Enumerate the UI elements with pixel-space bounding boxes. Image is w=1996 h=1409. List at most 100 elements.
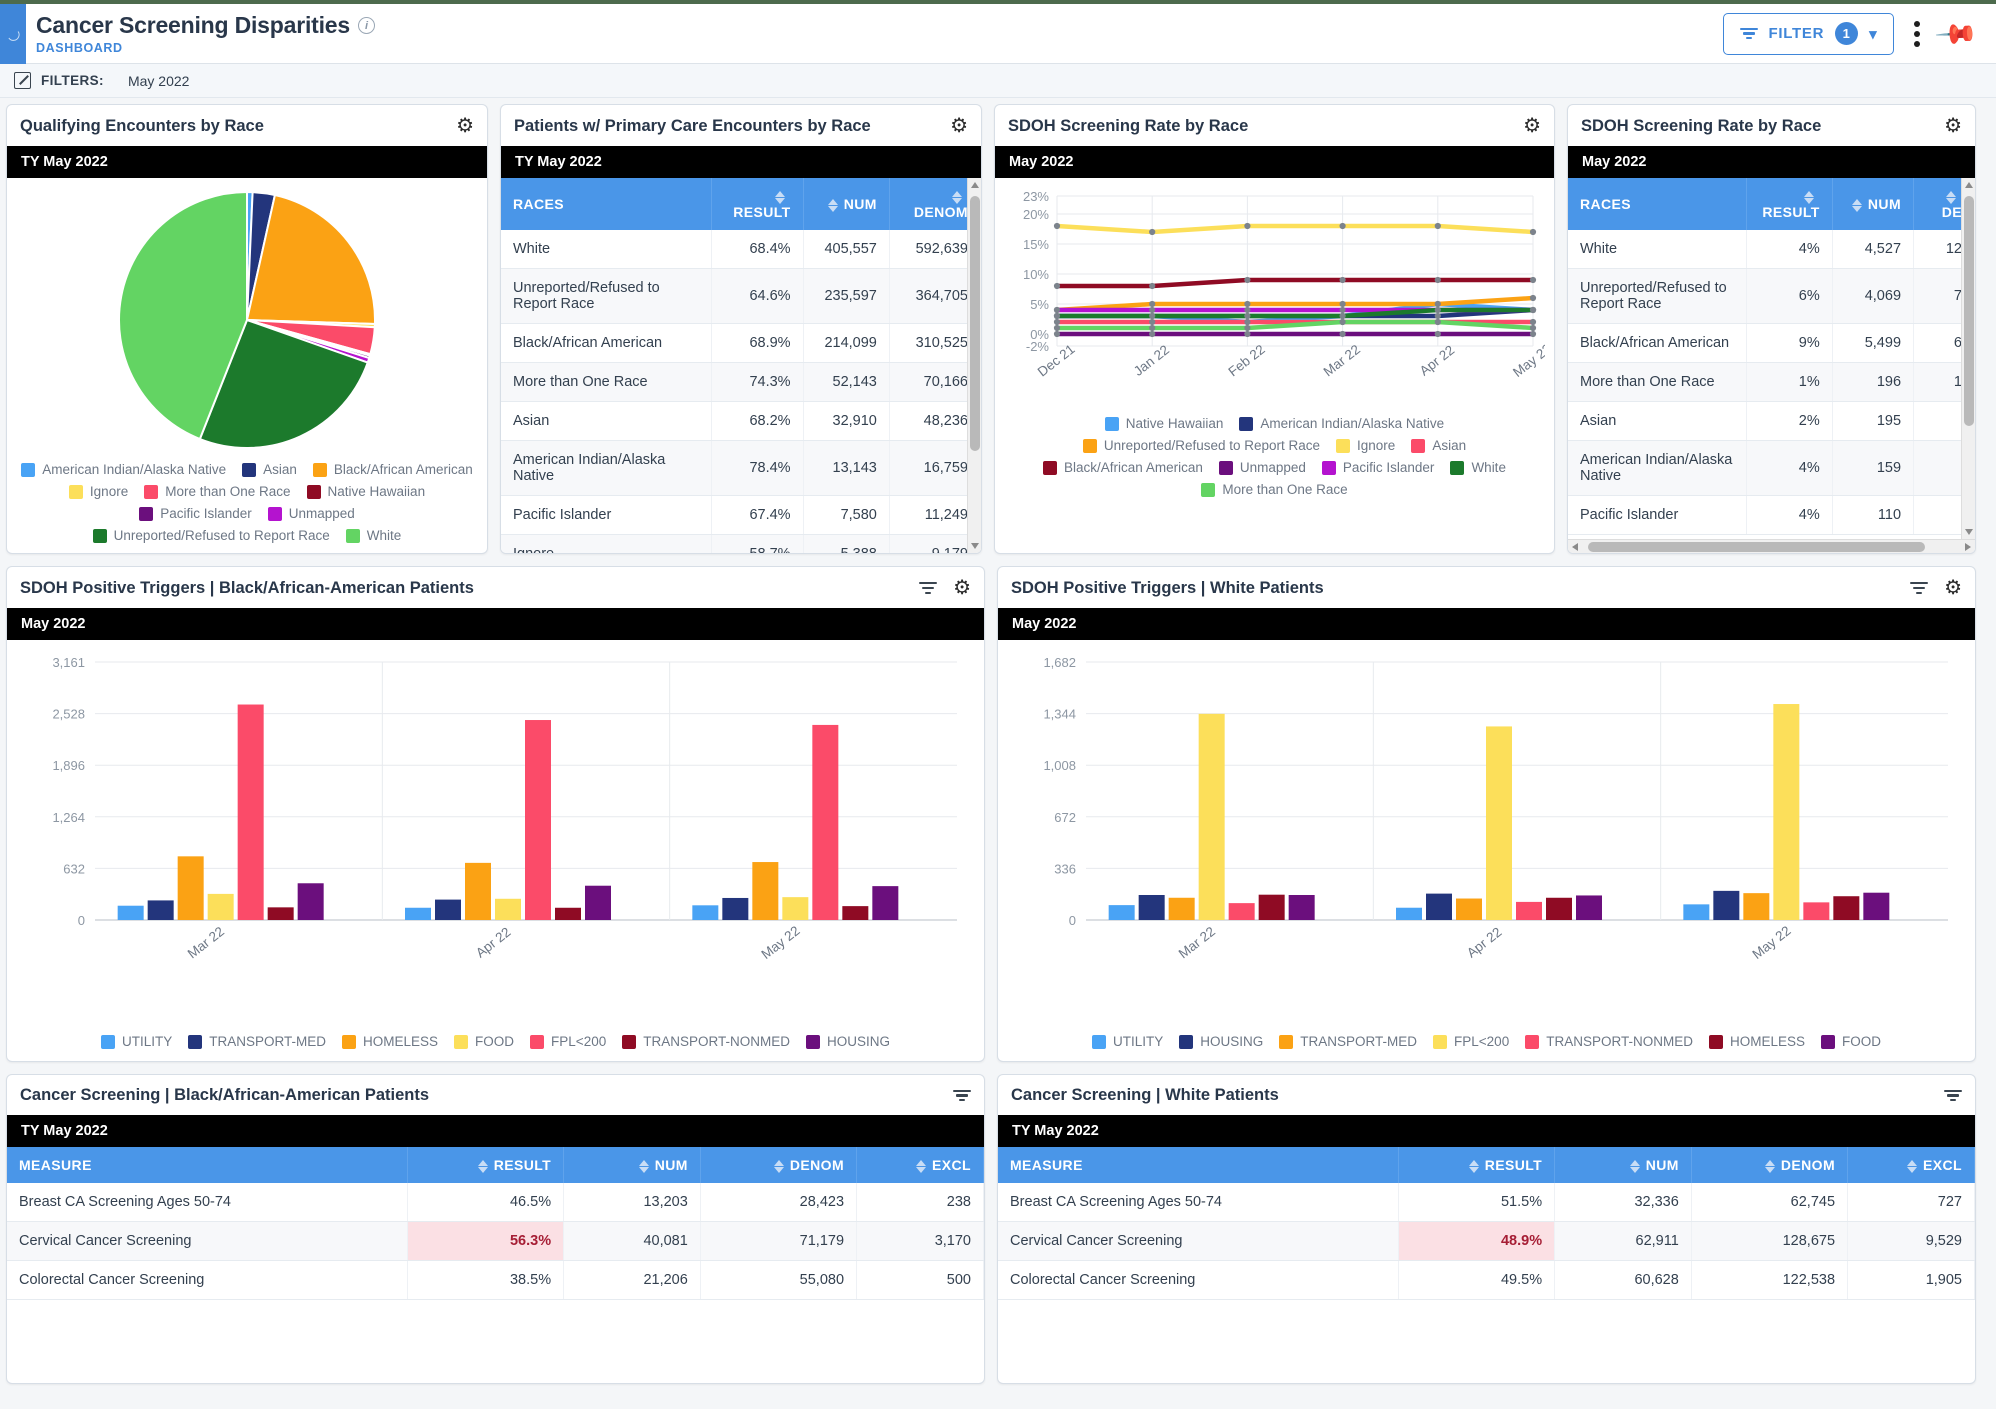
- data-point[interactable]: [1244, 223, 1250, 229]
- filter-funnel-icon[interactable]: [953, 1089, 971, 1103]
- data-point[interactable]: [1244, 325, 1250, 331]
- bar[interactable]: [872, 886, 898, 920]
- legend-item[interactable]: TRANSPORT-NONMED: [1525, 1034, 1693, 1049]
- bar[interactable]: [1833, 896, 1859, 920]
- data-point[interactable]: [1530, 331, 1536, 337]
- bar[interactable]: [1199, 714, 1225, 920]
- sort-toggle-icon[interactable]: [952, 191, 962, 204]
- legend-item[interactable]: UTILITY: [1092, 1034, 1163, 1049]
- column-header-num[interactable]: NUM: [803, 178, 889, 230]
- table-row[interactable]: Pacific Islander67.4%7,58011,249: [501, 496, 981, 535]
- bar[interactable]: [1229, 903, 1255, 920]
- table-row[interactable]: White4%4,52712: [1568, 230, 1975, 269]
- bar[interactable]: [842, 906, 868, 920]
- table-row[interactable]: Black/African American9%5,4996: [1568, 324, 1975, 363]
- legend-item[interactable]: FPL<200: [530, 1034, 606, 1049]
- data-point[interactable]: [1244, 331, 1250, 337]
- column-header-measure[interactable]: MEASURE: [7, 1147, 407, 1183]
- data-point[interactable]: [1435, 313, 1441, 319]
- scroll-up-arrow[interactable]: [971, 182, 979, 188]
- column-header-excl[interactable]: EXCL: [1848, 1147, 1975, 1183]
- bar[interactable]: [692, 905, 718, 920]
- column-header-result[interactable]: RESULT: [1747, 178, 1832, 230]
- vertical-scrollbar[interactable]: [1961, 178, 1975, 539]
- bar[interactable]: [1743, 893, 1769, 920]
- scroll-thumb[interactable]: [1588, 542, 1925, 552]
- data-point[interactable]: [1340, 223, 1346, 229]
- data-point[interactable]: [1530, 277, 1536, 283]
- filter-funnel-icon[interactable]: [1910, 581, 1928, 595]
- bar[interactable]: [1139, 895, 1165, 920]
- column-header-num[interactable]: NUM: [1555, 1147, 1692, 1183]
- bar[interactable]: [1396, 908, 1422, 920]
- column-header-excl[interactable]: EXCL: [857, 1147, 984, 1183]
- data-point[interactable]: [1149, 283, 1155, 289]
- bar[interactable]: [405, 908, 431, 920]
- info-icon[interactable]: i: [358, 17, 375, 34]
- gear-icon[interactable]: ⚙: [1944, 578, 1962, 598]
- legend-item[interactable]: HOMELESS: [1709, 1034, 1805, 1049]
- legend-item[interactable]: HOUSING: [806, 1034, 890, 1049]
- column-header-denom[interactable]: DENOM: [1691, 1147, 1847, 1183]
- gear-icon[interactable]: ⚙: [1944, 116, 1962, 136]
- filter-funnel-icon[interactable]: [1944, 1089, 1962, 1103]
- data-point[interactable]: [1530, 229, 1536, 235]
- bar[interactable]: [1683, 904, 1709, 920]
- legend-item[interactable]: Ignore: [69, 484, 128, 499]
- legend-item[interactable]: Unmapped: [1219, 460, 1306, 475]
- sort-toggle-icon[interactable]: [1630, 1160, 1640, 1173]
- table-row[interactable]: American Indian/Alaska Native78.4%13,143…: [501, 441, 981, 496]
- table-row[interactable]: Colorectal Cancer Screening49.5%60,62812…: [998, 1261, 1975, 1300]
- sdoh-triggers-black-bar-chart[interactable]: 06321,2641,8962,5283,161Mar 22Apr 22May …: [17, 648, 972, 988]
- bar[interactable]: [1426, 894, 1452, 920]
- legend-item[interactable]: White: [1450, 460, 1506, 475]
- bar[interactable]: [585, 886, 611, 920]
- data-point[interactable]: [1149, 325, 1155, 331]
- vertical-scrollbar[interactable]: [967, 178, 981, 553]
- data-point[interactable]: [1435, 319, 1441, 325]
- edit-icon[interactable]: [14, 72, 31, 89]
- bar[interactable]: [238, 705, 264, 920]
- data-point[interactable]: [1530, 307, 1536, 313]
- bar[interactable]: [1803, 902, 1829, 920]
- legend-item[interactable]: FPL<200: [1433, 1034, 1509, 1049]
- legend-item[interactable]: More than One Race: [144, 484, 290, 499]
- sort-toggle-icon[interactable]: [1946, 191, 1956, 204]
- table-row[interactable]: Black/African American68.9%214,099310,52…: [501, 324, 981, 363]
- bar[interactable]: [1169, 898, 1195, 920]
- legend-item[interactable]: American Indian/Alaska Native: [21, 462, 226, 477]
- legend-item[interactable]: Asian: [1411, 438, 1466, 453]
- data-point[interactable]: [1340, 307, 1346, 313]
- sort-toggle-icon[interactable]: [1469, 1160, 1479, 1173]
- scroll-down-arrow[interactable]: [971, 543, 979, 549]
- sort-toggle-icon[interactable]: [828, 199, 838, 212]
- sdoh-screening-rate-line-chart[interactable]: -2%0%5%10%15%20%23%Dec 21Jan 22Feb 22Mar…: [1005, 186, 1545, 408]
- scroll-right-arrow[interactable]: [1965, 543, 1971, 551]
- legend-item[interactable]: Unmapped: [268, 506, 355, 521]
- filter-funnel-icon[interactable]: [919, 581, 937, 595]
- column-header-denom[interactable]: DENOM: [700, 1147, 856, 1183]
- bar[interactable]: [1516, 902, 1542, 920]
- data-point[interactable]: [1244, 307, 1250, 313]
- data-point[interactable]: [1340, 277, 1346, 283]
- bar[interactable]: [465, 863, 491, 920]
- scroll-down-arrow[interactable]: [1965, 529, 1973, 535]
- table-row[interactable]: Unreported/Refused to Report Race64.6%23…: [501, 269, 981, 324]
- sdoh-triggers-white-bar-chart[interactable]: 03366721,0081,3441,682Mar 22Apr 22May 22: [1008, 648, 1963, 988]
- bar[interactable]: [782, 897, 808, 920]
- legend-item[interactable]: Native Hawaiian: [1105, 416, 1224, 431]
- scroll-thumb[interactable]: [970, 196, 980, 451]
- bar[interactable]: [1546, 898, 1572, 920]
- legend-item[interactable]: Pacific Islander: [139, 506, 252, 521]
- table-row[interactable]: Colorectal Cancer Screening38.5%21,20655…: [7, 1261, 984, 1300]
- legend-item[interactable]: Unreported/Refused to Report Race: [1083, 438, 1320, 453]
- data-point[interactable]: [1149, 313, 1155, 319]
- gear-icon[interactable]: ⚙: [456, 116, 474, 136]
- column-header-num[interactable]: NUM: [1832, 178, 1913, 230]
- bar[interactable]: [752, 862, 778, 920]
- legend-item[interactable]: Native Hawaiian: [307, 484, 426, 499]
- bar[interactable]: [298, 883, 324, 920]
- legend-item[interactable]: TRANSPORT-MED: [1279, 1034, 1417, 1049]
- data-point[interactable]: [1530, 295, 1536, 301]
- data-point[interactable]: [1054, 313, 1060, 319]
